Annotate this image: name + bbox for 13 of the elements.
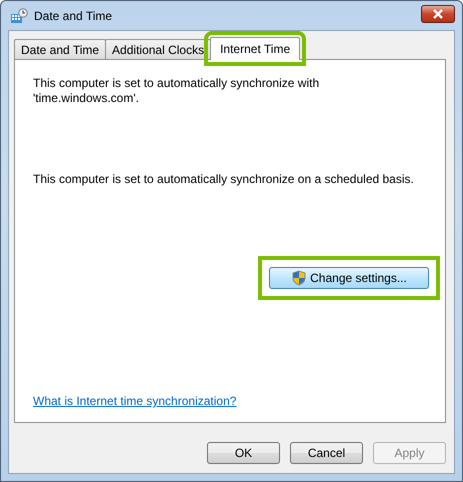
dialog-button[interactable]: Cancel xyxy=(290,442,363,464)
tab[interactable]: Date and Time xyxy=(14,39,106,59)
tab[interactable]: Additional Clocks xyxy=(105,39,212,59)
shield-icon xyxy=(291,270,308,286)
sync-server-text: This computer is set to automatically synchronize with 'time.windows.com'. xyxy=(33,76,320,106)
help-link[interactable]: What is Internet time synchronization? xyxy=(33,394,236,408)
dialog-button[interactable]: OK xyxy=(207,442,280,464)
change-settings-button[interactable]: Change settings... xyxy=(269,267,429,289)
calendar-clock-icon xyxy=(10,8,28,24)
schedule-text: This computer is set to automatically synchronize on a scheduled basis. xyxy=(33,172,415,187)
window-title: Date and Time xyxy=(34,8,114,22)
close-button[interactable] xyxy=(421,4,455,22)
close-icon xyxy=(432,8,444,18)
